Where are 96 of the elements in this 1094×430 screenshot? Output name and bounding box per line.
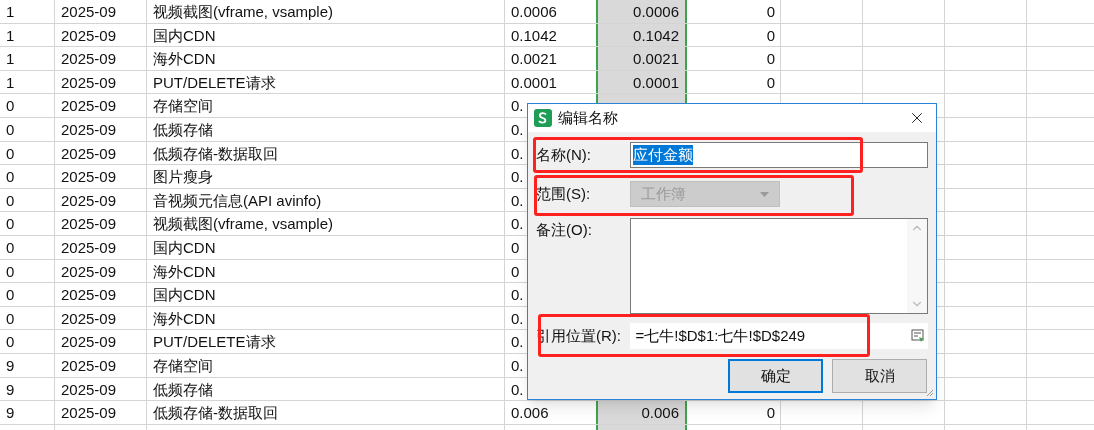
field-label: 范围(S):	[536, 183, 592, 204]
dialog-title: 编辑名称	[558, 107, 618, 128]
table-cell: 0.1042	[511, 26, 557, 44]
table-cell: 0.	[511, 333, 524, 351]
table-cell: 0.	[511, 215, 524, 233]
table-cell: 2025-09	[61, 238, 117, 256]
table-cell: 0.0001	[633, 73, 679, 91]
resize-grip-icon[interactable]	[924, 387, 934, 397]
table-cell: 0.006	[641, 404, 679, 422]
table-cell: 0	[766, 50, 775, 68]
table-cell: 0.	[511, 356, 524, 374]
field-label: 备注(O):	[536, 220, 593, 240]
table-cell: 2025-09	[61, 380, 117, 398]
table-cell: 0	[6, 309, 15, 327]
table-cell: 1	[6, 73, 15, 91]
table-cell: 2025-09	[61, 168, 117, 186]
table-cell: 0.	[511, 191, 524, 209]
table-cell: 低频存储-数据取回	[153, 404, 278, 422]
table-cell: 国内CDN	[153, 286, 216, 304]
table-cell: 0	[766, 26, 775, 44]
table-cell: 2025-09	[61, 286, 117, 304]
table-cell: 2025-09	[61, 404, 117, 422]
table-cell: 9	[6, 404, 15, 422]
table-cell: 0	[6, 144, 15, 162]
table-cell: 海外CDN	[153, 262, 216, 280]
table-cell: 0.	[511, 380, 524, 398]
table-cell: 视频截图(vframe, vsample)	[153, 3, 334, 20]
table-cell: 2025-09	[61, 333, 117, 351]
table-cell: 0	[6, 262, 15, 280]
table-cell: 0.	[511, 120, 524, 138]
table-cell: 2025-09	[61, 191, 117, 209]
table-cell: PUT/DELETE请求	[153, 333, 276, 351]
table-cell: 1	[6, 3, 15, 20]
table-cell: 国内CDN	[153, 238, 216, 256]
table-cell: 0.0006	[511, 3, 557, 20]
table-cell: 0	[6, 97, 15, 115]
table-cell: 0	[6, 238, 15, 256]
table-cell: 9	[6, 380, 15, 398]
table-cell: 2025-09	[61, 144, 117, 162]
table-cell: 0	[511, 262, 520, 280]
field-label: 名称(N):	[536, 144, 592, 165]
table-cell: 低频存储-数据取回	[153, 144, 278, 162]
table-cell: 0.	[511, 309, 524, 327]
table-cell: 2025-09	[61, 50, 117, 68]
table-cell: 0.	[511, 286, 524, 304]
table-cell: 2025-09	[61, 262, 117, 280]
table-cell: 存储空间	[153, 356, 213, 374]
table-cell: 2025-09	[61, 120, 117, 138]
table-cell: 视频截图(vframe, vsample)	[153, 215, 334, 233]
name-field[interactable]: 应付金额	[629, 142, 928, 168]
table-cell: 0	[766, 3, 775, 20]
table-cell: 低频存储	[153, 120, 213, 138]
table-cell: 0.	[511, 97, 524, 115]
table-cell: 0.1042	[633, 26, 679, 44]
table-cell: 0	[6, 215, 15, 233]
dialog-button[interactable]: 确定	[728, 359, 823, 393]
dialog-button[interactable]: 取消	[832, 359, 927, 393]
dropdown-arrow-icon	[760, 191, 769, 197]
table-cell: 0	[6, 168, 15, 186]
table-cell: 2025-09	[61, 356, 117, 374]
table-cell: 2025-09	[61, 73, 117, 91]
table-cell: 海外CDN	[153, 50, 216, 68]
table-cell: 2025-09	[61, 309, 117, 327]
table-cell: 2025-09	[61, 26, 117, 44]
table-cell: 2025-09	[61, 3, 117, 20]
app-logo-icon	[534, 109, 552, 127]
table-cell: 0.0021	[633, 50, 679, 68]
table-cell: 1	[6, 26, 15, 44]
table-cell: 9	[6, 356, 15, 374]
comment-field[interactable]	[629, 218, 928, 314]
table-cell: 国内CDN	[153, 26, 216, 44]
table-cell: 海外CDN	[153, 309, 216, 327]
table-cell: 0	[6, 333, 15, 351]
table-cell: 低频存储	[153, 380, 213, 398]
table-cell: 0.0001	[511, 73, 557, 91]
table-cell: 0.006	[511, 404, 549, 422]
table-cell: 0	[766, 404, 775, 422]
scrollbar[interactable]	[907, 219, 927, 313]
table-cell: 2025-09	[61, 97, 117, 115]
table-cell: 0.	[511, 168, 524, 186]
reference-field[interactable]: =七牛!$D$1:七牛!$D$249	[629, 323, 928, 349]
table-cell: 0	[511, 238, 520, 256]
table-cell: PUT/DELETE请求	[153, 73, 276, 91]
table-cell: 0	[6, 120, 15, 138]
table-cell: 0	[6, 286, 15, 304]
table-cell: 0	[6, 191, 15, 209]
table-cell: 0.	[511, 144, 524, 162]
table-cell: 存储空间	[153, 97, 213, 115]
table-cell: 0	[766, 73, 775, 91]
table-cell: 1	[6, 50, 15, 68]
table-cell: 0.0021	[511, 50, 557, 68]
range-picker-icon[interactable]	[911, 329, 925, 343]
table-cell: 图片瘦身	[153, 168, 213, 186]
table-cell: 2025-09	[61, 215, 117, 233]
table-cell: 音视频元信息(API avinfo)	[153, 191, 322, 209]
table-cell: 0.0006	[633, 3, 679, 20]
